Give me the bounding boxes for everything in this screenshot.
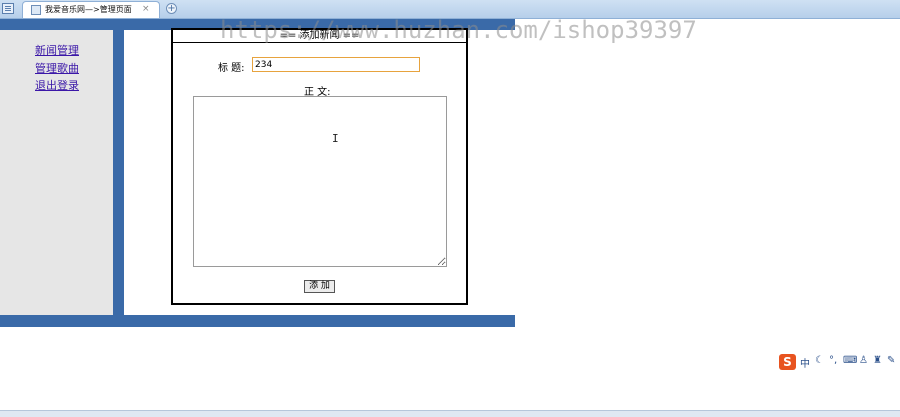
punctuation-icon[interactable]: °, [829, 355, 837, 366]
text-cursor-icon: I [332, 132, 339, 145]
tab-menu-icon[interactable] [2, 3, 14, 14]
sidebar: 新闻管理 管理歌曲 退出登录 [0, 30, 113, 315]
voice-icon[interactable]: ♙ [859, 355, 868, 366]
sidebar-item-news-management[interactable]: 新闻管理 [35, 42, 79, 58]
tools-icon[interactable]: ✎ [887, 355, 895, 366]
sidebar-item-logout[interactable]: 退出登录 [35, 77, 79, 93]
browser-tab[interactable]: 我爱音乐网—>管理页面 × [22, 1, 160, 18]
sidebar-item-manage-songs[interactable]: 管理歌曲 [35, 60, 79, 76]
add-news-form: == 添加新闻 == 标 题: 正 文: 添 加 [171, 28, 468, 305]
ime-mode-label[interactable]: 中 [800, 355, 810, 370]
watermark: https://www.huzhan.com/ishop39397 [220, 16, 697, 44]
title-input[interactable] [252, 57, 420, 72]
add-button[interactable]: 添 加 [304, 280, 335, 293]
ime-logo-icon[interactable]: S [779, 354, 796, 370]
skin-icon[interactable]: ♜ [873, 355, 882, 366]
page-favicon-icon [31, 5, 41, 15]
ime-toolbar[interactable]: S 中 ☾ °, ⌨ ♙ ♜ ✎ [779, 354, 900, 370]
moon-icon[interactable]: ☾ [815, 355, 824, 366]
new-tab-icon[interactable]: + [166, 3, 177, 14]
body-textarea[interactable] [193, 96, 447, 267]
tab-title: 我爱音乐网—>管理页面 [45, 5, 132, 14]
keyboard-icon[interactable]: ⌨ [843, 355, 857, 366]
close-icon[interactable]: × [142, 4, 150, 14]
title-label: 标 题: [218, 63, 245, 74]
